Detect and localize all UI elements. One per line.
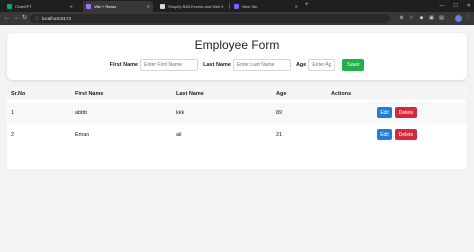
header-first-name: First Name	[75, 91, 104, 97]
edit-button[interactable]: Edit	[377, 129, 392, 140]
page-content: ↖ Employee Form First Name Last Name Age…	[0, 25, 474, 252]
back-icon[interactable]: ←	[4, 14, 10, 23]
form-fields-row: First Name Last Name Age Save	[7, 59, 467, 71]
header-srno: Sr.No	[11, 91, 26, 97]
new-tab-plus-icon[interactable]: +	[305, 2, 309, 8]
tab-title: New Tab	[242, 4, 258, 9]
new-tab-icon	[234, 4, 239, 9]
table-row: 1 abbb kkk 89 Edit Delete	[7, 102, 467, 124]
close-window-icon[interactable]: ✕	[467, 3, 471, 9]
address-bar[interactable]: ⓘ localhost:5173	[30, 14, 390, 23]
last-name-input[interactable]	[232, 59, 291, 71]
cell-first-name: Eman	[75, 132, 90, 138]
first-name-input[interactable]	[140, 59, 199, 71]
extensions-puzzle-icon[interactable]: ▣	[428, 15, 435, 22]
close-icon[interactable]: ✕	[221, 4, 224, 9]
last-name-label: Last Name	[203, 62, 231, 68]
close-icon[interactable]: ✕	[70, 4, 73, 9]
tab-title: Shopify B2B Events and Web Cr...	[168, 4, 220, 9]
cell-last-name: ali	[176, 132, 182, 138]
employee-form: Employee Form First Name Last Name Age S…	[7, 33, 467, 80]
age-input[interactable]	[308, 59, 336, 71]
address-url: localhost:5173	[42, 16, 72, 21]
form-title: Employee Form	[194, 38, 280, 52]
table-header: Sr.No First Name Last Name Age Actions	[7, 87, 467, 100]
extension-icon[interactable]: ◆	[418, 15, 425, 22]
cell-age: 21	[276, 132, 283, 138]
delete-button[interactable]: Delete	[395, 129, 417, 140]
cell-srno: 1	[11, 110, 15, 116]
age-label: Age	[295, 62, 307, 68]
forward-icon[interactable]: →	[13, 14, 19, 23]
first-name-label: First Name	[109, 62, 139, 68]
edit-button[interactable]: Edit	[377, 107, 392, 118]
chatgpt-icon	[7, 4, 12, 9]
header-age: Age	[276, 91, 287, 97]
cell-srno: 2	[11, 132, 15, 138]
window-controls: — ☐ ✕	[439, 1, 471, 11]
browser-tab-bar: ChatGPT ✕ Vite + React ✕ Shopify B2B Eve…	[0, 0, 474, 12]
header-last-name: Last Name	[176, 91, 204, 97]
minimize-icon[interactable]: —	[439, 3, 444, 9]
menu-dots-icon[interactable]: ⋮	[465, 15, 472, 22]
browser-toolbar: ← → ↻ ⓘ localhost:5173 ⊕ ☆ ◆ ▣ ▤ ⋮	[0, 12, 474, 25]
employee-table: Sr.No First Name Last Name Age Actions 1…	[7, 87, 467, 169]
maximize-icon[interactable]: ☐	[453, 3, 457, 9]
vite-icon	[86, 4, 91, 9]
tab-shopify[interactable]: Shopify B2B Events and Web Cr... ✕	[157, 1, 227, 12]
close-icon[interactable]: ✕	[295, 4, 298, 9]
cell-age: 89	[276, 110, 283, 116]
table-row: 2 Eman ali 21 Edit Delete	[7, 124, 467, 146]
tab-chatgpt[interactable]: ChatGPT ✕	[4, 1, 76, 12]
delete-button[interactable]: Delete	[395, 107, 417, 118]
tab-title: ChatGPT	[15, 4, 32, 9]
profile-avatar[interactable]	[455, 15, 462, 22]
site-info-icon[interactable]: ⓘ	[35, 16, 39, 22]
sidepanel-icon[interactable]: ▤	[438, 15, 445, 22]
page-icon	[160, 4, 165, 9]
cell-last-name: kkk	[176, 110, 185, 116]
close-icon[interactable]: ✕	[147, 4, 150, 9]
save-button[interactable]: Save	[342, 59, 365, 71]
tab-separator	[229, 3, 230, 9]
reload-icon[interactable]: ↻	[22, 14, 27, 23]
tab-vite-react[interactable]: Vite + React ✕	[83, 1, 153, 12]
tab-new-tab[interactable]: New Tab ✕	[231, 1, 301, 12]
cell-first-name: abbb	[75, 110, 88, 116]
header-actions: Actions	[331, 91, 352, 97]
tab-title: Vite + React	[94, 4, 116, 9]
bookmark-star-icon[interactable]: ☆	[408, 15, 415, 22]
zoom-icon[interactable]: ⊕	[398, 15, 405, 22]
